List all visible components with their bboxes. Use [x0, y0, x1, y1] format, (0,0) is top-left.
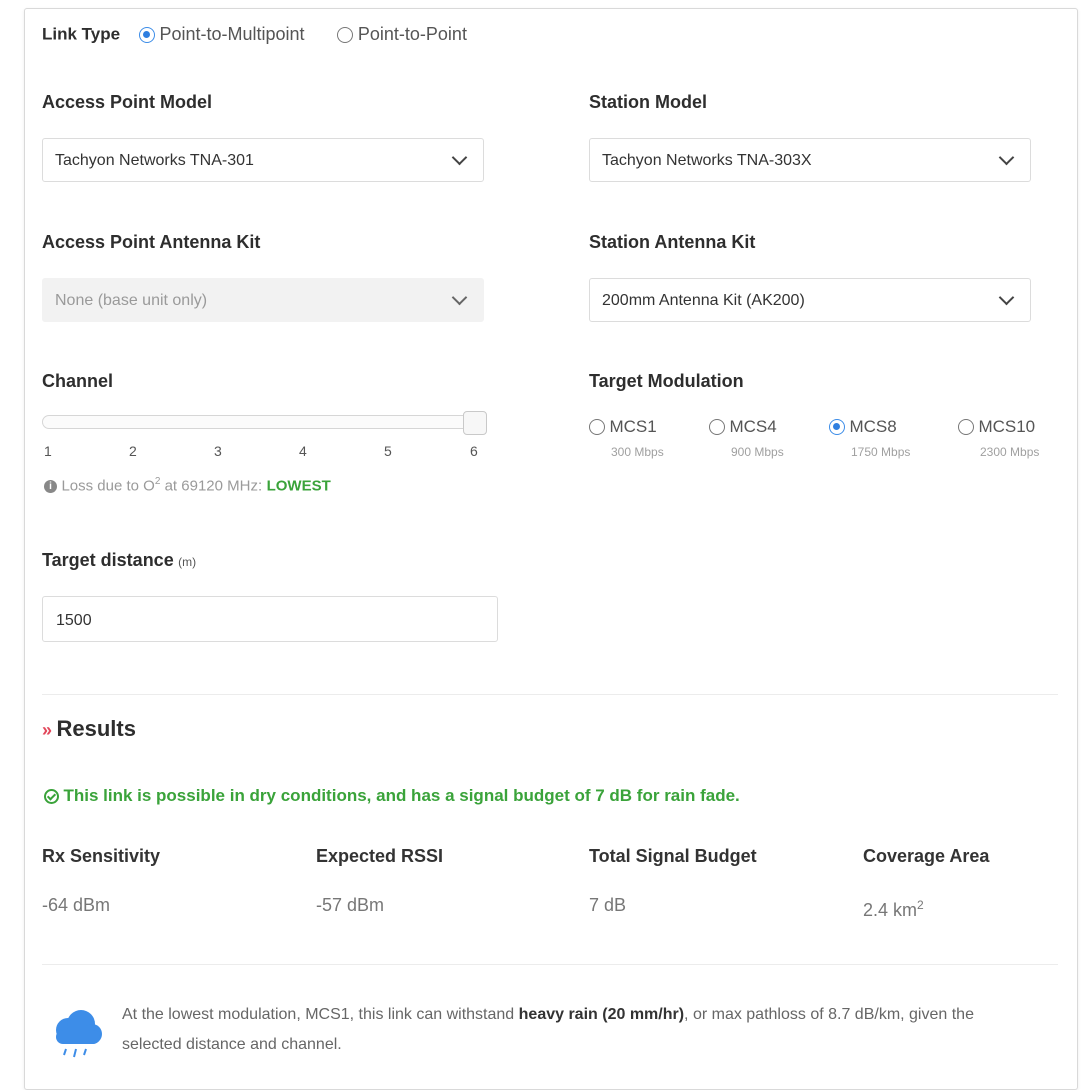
- stat-label-coverage-area: Coverage Area: [863, 846, 990, 866]
- chevron-down-icon: [451, 149, 468, 166]
- loss-level-badge: LOWEST: [266, 477, 331, 495]
- channel-label: Channel: [42, 371, 114, 391]
- status-message: This link is possible in dry conditions,…: [63, 786, 740, 805]
- channel-tick: 2: [129, 443, 137, 459]
- station-model-select[interactable]: Tachyon Networks TNA-303X: [589, 138, 1031, 182]
- radio-point-to-point[interactable]: [337, 26, 354, 43]
- mcs1-rate: 300 Mbps: [611, 445, 664, 459]
- channel-tick: 6: [470, 443, 478, 459]
- channel-slider-handle[interactable]: [463, 411, 487, 435]
- mcs8-rate: 1750 Mbps: [851, 445, 911, 459]
- stat-label-rx-sensitivity: Rx Sensitivity: [42, 846, 161, 866]
- stat-value-rx-sensitivity: -64 dBm: [42, 895, 111, 915]
- chevron-down-icon: [998, 149, 1015, 166]
- mcs-option-mcs8[interactable]: MCS8 1750 Mbps: [829, 417, 910, 459]
- oxygen-loss-info: i Loss due to O2 at 69120 MHz: LOWEST: [44, 476, 331, 495]
- chevron-down-icon: [451, 289, 468, 306]
- station-antenna-label: Station Antenna Kit: [589, 232, 756, 252]
- coverage-value: 2.4 km: [863, 900, 918, 920]
- ap-model-value: Tachyon Networks TNA-301: [55, 152, 254, 169]
- station-antenna-value: 200mm Antenna Kit (AK200): [602, 292, 805, 309]
- results-heading: Results: [56, 716, 136, 741]
- mcs4-rate: 900 Mbps: [731, 445, 784, 459]
- double-chevron-icon: »: [42, 720, 53, 740]
- divider: [42, 694, 1058, 695]
- distance-label: Target distance: [42, 550, 174, 570]
- divider: [42, 964, 1058, 965]
- mcs1-label[interactable]: MCS1: [609, 417, 656, 436]
- note-part1: At the lowest modulation, MCS1, this lin…: [122, 1006, 519, 1023]
- distance-input[interactable]: 1500: [42, 596, 498, 642]
- channel-slider-track[interactable]: [42, 415, 486, 429]
- loss-text: Loss due to O: [61, 477, 155, 495]
- mcs10-label[interactable]: MCS10: [978, 417, 1035, 436]
- stat-label-total-budget: Total Signal Budget: [589, 846, 757, 866]
- link-type-label: Link Type: [42, 24, 121, 44]
- mcs-option-mcs1[interactable]: MCS1 300 Mbps: [589, 417, 664, 459]
- radio-mcs8[interactable]: [829, 419, 845, 435]
- rain-note: At the lowest modulation, MCS1, this lin…: [122, 1000, 1022, 1060]
- ap-antenna-value: None (base unit only): [55, 292, 208, 309]
- radio-mcs10[interactable]: [958, 419, 974, 435]
- ap-antenna-label: Access Point Antenna Kit: [42, 232, 261, 252]
- channel-tick: 5: [384, 443, 392, 459]
- coverage-sup: 2: [917, 898, 924, 912]
- check-circle-icon: [44, 788, 59, 804]
- stat-value-total-budget: 7 dB: [589, 895, 627, 915]
- link-type-row: Link Type Point-to-Multipoint Point-to-P…: [42, 24, 467, 45]
- ap-antenna-select: None (base unit only): [42, 278, 484, 322]
- station-antenna-select[interactable]: 200mm Antenna Kit (AK200): [589, 278, 1031, 322]
- channel-tick: 1: [44, 443, 52, 459]
- stat-value-coverage-area: 2.4 km2: [863, 898, 924, 921]
- loss-freq: at 69120 MHz:: [160, 477, 263, 495]
- point-to-multipoint-label[interactable]: Point-to-Multipoint: [159, 24, 304, 44]
- station-model-label: Station Model: [589, 92, 707, 112]
- chevron-down-icon: [998, 289, 1015, 306]
- station-model-value: Tachyon Networks TNA-303X: [602, 152, 812, 169]
- radio-mcs4[interactable]: [709, 419, 725, 435]
- mcs8-label[interactable]: MCS8: [849, 417, 896, 436]
- channel-tick: 3: [214, 443, 222, 459]
- ap-model-select[interactable]: Tachyon Networks TNA-301: [42, 138, 484, 182]
- stat-value-expected-rssi: -57 dBm: [316, 895, 385, 915]
- info-icon: i: [44, 479, 57, 493]
- mcs-option-mcs10[interactable]: MCS10 2300 Mbps: [958, 417, 1039, 459]
- radio-point-to-multipoint[interactable]: [139, 26, 155, 43]
- stat-label-expected-rssi: Expected RSSI: [316, 846, 444, 866]
- mcs4-label[interactable]: MCS4: [729, 417, 776, 436]
- point-to-point-label[interactable]: Point-to-Point: [358, 24, 467, 44]
- mcs10-rate: 2300 Mbps: [980, 445, 1040, 459]
- distance-label-row: Target distance (m): [42, 550, 196, 571]
- results-status: This link is possible in dry conditions,…: [44, 786, 740, 806]
- channel-tick: 4: [299, 443, 307, 459]
- ap-model-label: Access Point Model: [42, 92, 213, 112]
- rain-cloud-icon: [48, 1004, 104, 1069]
- distance-unit: (m): [178, 555, 197, 569]
- note-bold: heavy rain (20 mm/hr): [518, 1006, 685, 1023]
- modulation-label: Target Modulation: [589, 371, 744, 391]
- radio-mcs1[interactable]: [589, 419, 605, 435]
- mcs-option-mcs4[interactable]: MCS4 900 Mbps: [709, 417, 784, 459]
- results-header: » Results: [42, 716, 136, 742]
